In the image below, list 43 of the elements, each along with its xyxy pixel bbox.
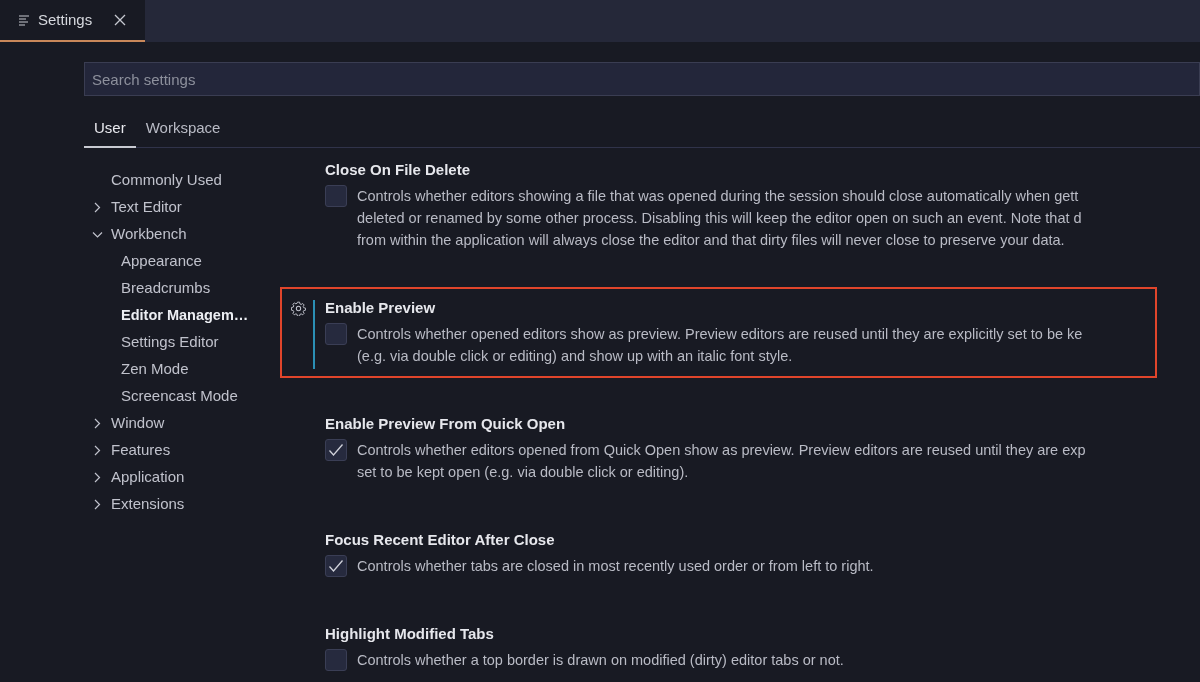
checkbox[interactable] [325, 185, 347, 207]
setting-title: Enable Preview From Quick Open [325, 414, 567, 434]
search-field[interactable]: Search settings [84, 62, 1200, 96]
setting-description: Controls whether tabs are closed in most recently used order or from left to right. [357, 557, 874, 576]
scope-tab[interactable]: User [84, 111, 136, 148]
checkbox[interactable] [325, 439, 347, 461]
toc-item[interactable]: Commonly Used [111, 169, 222, 192]
gear-icon[interactable] [291, 301, 306, 316]
toc-item[interactable]: Zen Mode [121, 358, 189, 381]
setting-description: Controls whether editors showing a file that was opened during the session should close automatically when gett deleted or renamed by some other process. Disabling this will keep the editor open on such an event. Note that d from within the application will always close the editor and that dirty files will never close to preserve your data. [357, 187, 1082, 250]
setting-title: Focus Recent Editor After Close [325, 530, 556, 550]
chevron-icon [92, 202, 103, 213]
checkbox[interactable] [325, 555, 347, 577]
setting-description: Controls whether a top border is drawn on modified (dirty) editor tabs or not. [357, 651, 844, 670]
check-icon [328, 559, 344, 573]
chevron-icon [92, 499, 103, 510]
chevron-icon [92, 229, 103, 240]
chevron-icon [92, 472, 103, 483]
setting-title: Highlight Modified Tabs [325, 624, 495, 644]
toc-item[interactable]: Features [111, 439, 171, 462]
check-icon [328, 443, 344, 457]
scope-tab[interactable]: Workspace [135, 111, 231, 148]
setting-title: Enable Preview [325, 298, 437, 318]
setting-description: Controls whether editors opened from Quick Open show as preview. Preview editors are reused until they are exp set to be kept open (e.g. via double click or editing). [357, 441, 1086, 482]
toc-item[interactable]: Text Editor [111, 196, 182, 219]
toc-item[interactable]: Screencast Mode [121, 385, 238, 408]
setting-description: Controls whether opened editors show as preview. Preview editors are reused until they are explicitly set to be ke (e.g. via double click or editing) and show up with an italic font style. [357, 325, 1083, 366]
toc-item[interactable]: Settings Editor [121, 331, 219, 354]
toc-item[interactable]: Appearance [121, 250, 202, 273]
setting-title: Close On File Delete [325, 160, 472, 180]
editor-tab[interactable]: Settings [0, 0, 145, 42]
toc-item[interactable]: Window [111, 412, 165, 435]
chevron-icon [92, 418, 103, 429]
toc-item[interactable]: Extensions [111, 493, 185, 516]
checkbox[interactable] [325, 323, 347, 345]
checkbox[interactable] [325, 649, 347, 671]
toc-item[interactable]: Workbench [111, 223, 187, 246]
list-icon [18, 14, 30, 26]
close-icon[interactable] [114, 14, 127, 26]
chevron-icon [92, 445, 103, 456]
toc-item[interactable]: Editor Managem… [121, 304, 249, 327]
toc-item[interactable]: Breadcrumbs [121, 277, 211, 300]
toc-item[interactable]: Application [111, 466, 185, 489]
